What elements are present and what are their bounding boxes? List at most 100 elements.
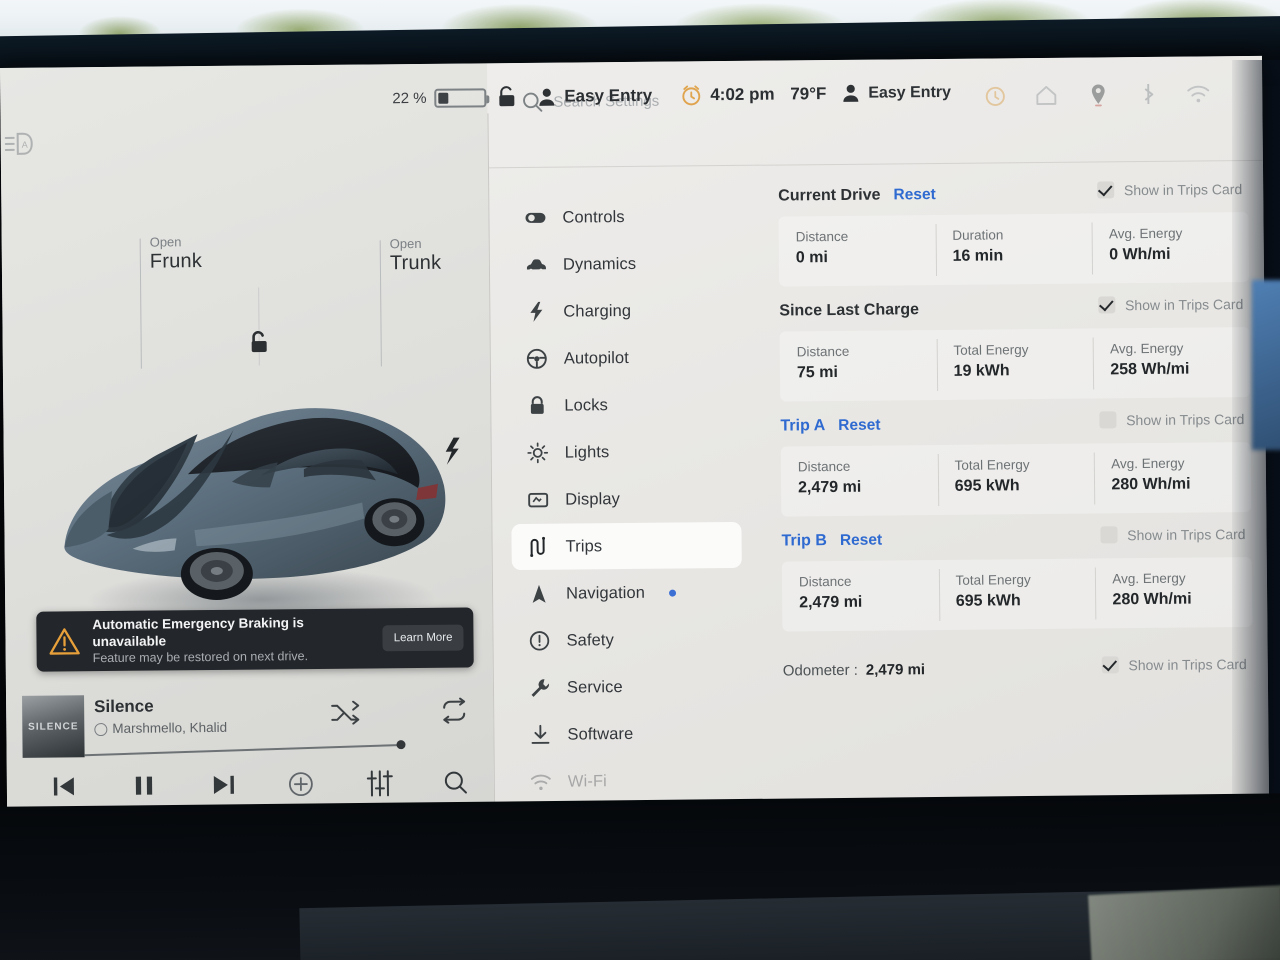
sidebar-label: Navigation: [565, 583, 646, 603]
stat-label: Avg. Energy: [1111, 455, 1185, 472]
person-icon: [538, 87, 555, 106]
sidebar-item-navigation[interactable]: Navigation: [512, 569, 742, 617]
album-art[interactable]: SILENCE: [22, 695, 85, 758]
show-in-trips-card-toggle[interactable]: Show in Trips Card: [1097, 295, 1243, 314]
track-artist: Marshmello, Khalid: [112, 719, 228, 736]
stat-value: 2,479 mi: [799, 593, 863, 612]
progress-knob[interactable]: [396, 740, 406, 750]
sidebar-label: Trips: [565, 536, 603, 556]
settings-nav: Controls Dynamics Charging Autopilot Loc…: [508, 193, 744, 806]
navigation-update-dot: [669, 589, 677, 597]
checkbox[interactable]: [1099, 411, 1117, 429]
light-bulb-icon: [527, 442, 549, 464]
reset-current-drive-button[interactable]: Reset: [893, 186, 935, 204]
shuffle-icon[interactable]: [330, 700, 360, 725]
unlocked-padlock-icon[interactable]: [495, 85, 517, 109]
previous-track-button[interactable]: [47, 771, 81, 801]
tesla-touchscreen: 22 % Easy Entry 4:02 pm 79°F A Open Frun…: [0, 55, 1270, 808]
sidebar-item-trips[interactable]: Trips: [511, 521, 742, 571]
stat-label: Distance: [795, 228, 849, 245]
stat-cell: Duration 16 min: [935, 214, 1092, 286]
sidebar-label: Wi-Fi: [567, 771, 607, 791]
trip-section-current-drive: Current Drive Reset Show in Trips Card D…: [778, 178, 1250, 287]
checkbox[interactable]: [1097, 296, 1116, 314]
stat-cell: Avg. Energy 258 Wh/mi: [1093, 327, 1250, 399]
reset-trip-b-button[interactable]: Reset: [840, 532, 882, 550]
trunk-control[interactable]: Open Trunk: [390, 236, 442, 275]
sidebar-label: Controls: [562, 207, 625, 227]
sidebar-item-controls[interactable]: Controls: [508, 193, 738, 241]
sidebar-item-wifi[interactable]: Wi-Fi: [514, 757, 744, 805]
show-in-trips-card-toggle[interactable]: Show in Trips Card: [1100, 525, 1246, 544]
battery-percent-label: 22 %: [392, 89, 427, 107]
warning-triangle-icon: [48, 626, 80, 656]
status-profile[interactable]: Easy Entry: [538, 86, 652, 107]
sidebar-label: Dynamics: [562, 254, 637, 274]
repeat-icon[interactable]: [440, 697, 468, 724]
sidebar-item-autopilot[interactable]: Autopilot: [510, 334, 740, 382]
frunk-control[interactable]: Open Frunk: [150, 234, 202, 273]
show-in-trips-card-toggle[interactable]: Show in Trips Card: [1096, 180, 1242, 199]
header-divider: [487, 159, 1263, 169]
stat-label: Total Energy: [953, 342, 1029, 358]
stat-cell: Avg. Energy 280 Wh/mi: [1094, 442, 1251, 514]
stat-card: Distance 2,479 mi Total Energy 695 kWh A…: [781, 557, 1253, 632]
sidebar-item-service[interactable]: Service: [513, 663, 743, 711]
sidebar-item-charging[interactable]: Charging: [509, 287, 739, 335]
stat-label: Avg. Energy: [1110, 340, 1184, 357]
checkbox[interactable]: [1101, 656, 1119, 674]
section-header: Since Last Charge Show in Trips Card: [779, 293, 1249, 326]
section-title[interactable]: Trip A: [780, 417, 825, 435]
car-icon: [525, 254, 547, 276]
sidebar-item-safety[interactable]: Safety: [512, 616, 742, 664]
vehicle-visualization-pane: A Open Frunk Open Trunk Automatic Emerge…: [0, 63, 495, 808]
section-title: Current Drive: [778, 186, 881, 205]
sidebar-item-dynamics[interactable]: Dynamics: [509, 240, 739, 288]
section-title[interactable]: Trip B: [781, 532, 827, 550]
stat-value: 2,479 mi: [797, 478, 862, 497]
stat-label: Total Energy: [954, 457, 1030, 473]
reset-trip-a-button[interactable]: Reset: [838, 417, 880, 435]
source-circle-icon: [94, 723, 108, 737]
trunk-action-label: Open: [389, 235, 422, 252]
checkbox[interactable]: [1100, 526, 1118, 544]
pause-button[interactable]: [127, 770, 161, 800]
frunk-label: Frunk: [149, 250, 203, 273]
stat-card: Distance 0 mi Duration 16 min Avg. Energ…: [778, 212, 1250, 287]
section-header: Current Drive Reset Show in Trips Card: [778, 178, 1248, 211]
stat-label: Duration: [952, 227, 1004, 243]
stat-cell: Distance 75 mi: [780, 330, 937, 402]
sidebar-item-display[interactable]: Display: [511, 475, 741, 523]
add-to-library-button[interactable]: [284, 769, 318, 799]
battery-icon: [434, 87, 487, 108]
sidebar-item-locks[interactable]: Locks: [510, 381, 740, 429]
checkbox[interactable]: [1096, 181, 1115, 199]
progress-bar[interactable]: [84, 743, 403, 756]
stat-value: 0 mi: [795, 249, 828, 267]
checkbox-label: Show in Trips Card: [1128, 655, 1247, 673]
sidebar-item-lights[interactable]: Lights: [510, 428, 740, 476]
show-in-trips-card-toggle[interactable]: Show in Trips Card: [1101, 655, 1247, 674]
media-search-button[interactable]: [439, 767, 473, 797]
steering-wheel-icon: [526, 348, 548, 370]
next-track-button[interactable]: [207, 770, 241, 800]
sidebar-label: Display: [565, 489, 621, 509]
alert-banner: Automatic Emergency Braking is unavailab…: [36, 607, 474, 672]
vehicle-image[interactable]: [45, 346, 468, 650]
section-title: Since Last Charge: [779, 301, 920, 320]
stat-card: Distance 2,479 mi Total Energy 695 kWh A…: [780, 442, 1252, 517]
toggle-icon: [524, 207, 546, 229]
trip-section-trip-b: Trip B Reset Show in Trips Card Distance…: [781, 523, 1253, 632]
media-player: SILENCE Silence Marshmello, Khalid: [6, 675, 494, 808]
checkbox-label: Show in Trips Card: [1126, 410, 1245, 428]
stat-cell: Avg. Energy 0 Wh/mi: [1092, 212, 1249, 284]
track-title: Silence: [94, 696, 154, 717]
stat-label: Distance: [797, 458, 851, 475]
stat-label: Avg. Energy: [1108, 225, 1183, 242]
trunk-label: Trunk: [389, 251, 442, 275]
download-icon: [529, 724, 551, 746]
sidebar-item-software[interactable]: Software: [513, 710, 743, 758]
equalizer-button[interactable]: [363, 768, 397, 798]
show-in-trips-card-toggle[interactable]: Show in Trips Card: [1099, 410, 1245, 429]
learn-more-button[interactable]: Learn More: [382, 624, 464, 652]
